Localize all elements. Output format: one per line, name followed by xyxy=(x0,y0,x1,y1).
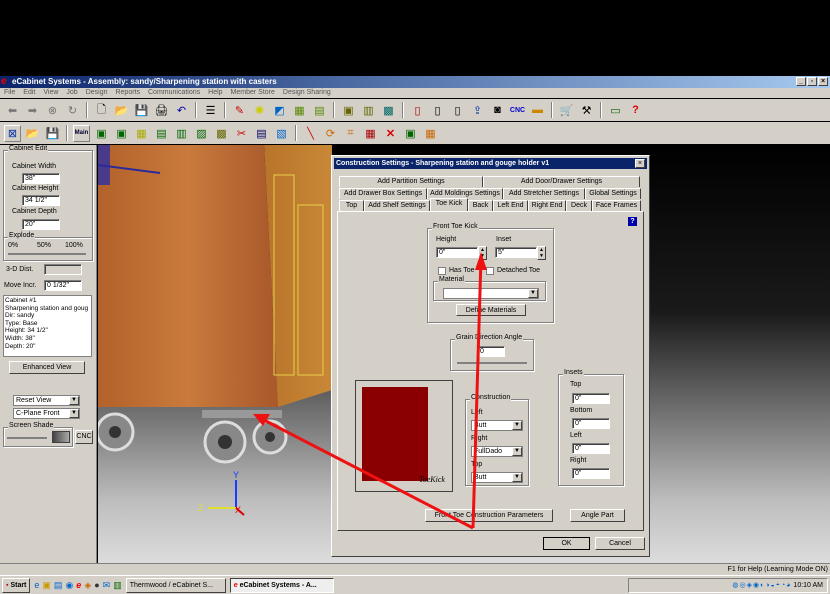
quick-launch: e ▣ ▤ ◉ e ◈ ● ✉ ▥ xyxy=(34,580,121,591)
taskbar: ▪ Start e ▣ ▤ ◉ e ◈ ● ✉ ▥ Thermwood / eC… xyxy=(0,575,830,594)
clock: 10:10 AM xyxy=(793,582,823,589)
taskbar-item-label: eCabinet Systems - A... xyxy=(239,581,317,589)
arrow-head-up-icon xyxy=(475,252,487,270)
start-button[interactable]: ▪ Start xyxy=(2,577,31,593)
arrow-head-left-icon xyxy=(253,414,270,426)
shield-icon[interactable]: ◈ xyxy=(84,580,91,591)
start-label: Start xyxy=(10,581,27,589)
tray-icons[interactable]: ◍◎◈◉◐◑◒◓◔◕ xyxy=(732,582,791,589)
tab-toe-kick[interactable]: Toe Kick xyxy=(430,198,468,211)
desktop-icon[interactable]: ▤ xyxy=(54,580,63,591)
chart-icon[interactable]: ▥ xyxy=(113,580,122,591)
annotation-arrows xyxy=(253,252,487,530)
taskbar-item-thermwood[interactable]: Thermwood / eCabinet S... xyxy=(125,577,226,593)
system-tray: ◍◎◈◉◐◑◒◓◔◕ 10:10 AM xyxy=(628,578,828,593)
arrow-to-cabinet-base xyxy=(259,416,474,530)
folder-icon[interactable]: ▣ xyxy=(42,580,51,591)
ecabinet-icon[interactable]: e xyxy=(76,580,81,591)
ecabinet-task-icon: e xyxy=(233,581,238,589)
status-bar: F1 for Help (Learning Mode ON) xyxy=(0,563,830,575)
ie-icon[interactable]: e xyxy=(34,580,39,591)
arrow-to-height-input xyxy=(471,257,483,529)
media-icon[interactable]: ● xyxy=(94,580,99,591)
globe-icon[interactable]: ◉ xyxy=(65,580,73,591)
taskbar-item-label: Thermwood / eCabinet S... xyxy=(129,581,213,589)
status-text: F1 for Help (Learning Mode ON) xyxy=(727,566,828,573)
mail-icon[interactable]: ✉ xyxy=(103,580,111,591)
windows-logo-icon: ▪ xyxy=(6,581,9,589)
taskbar-item-ecabinet[interactable]: e eCabinet Systems - A... xyxy=(229,577,334,593)
